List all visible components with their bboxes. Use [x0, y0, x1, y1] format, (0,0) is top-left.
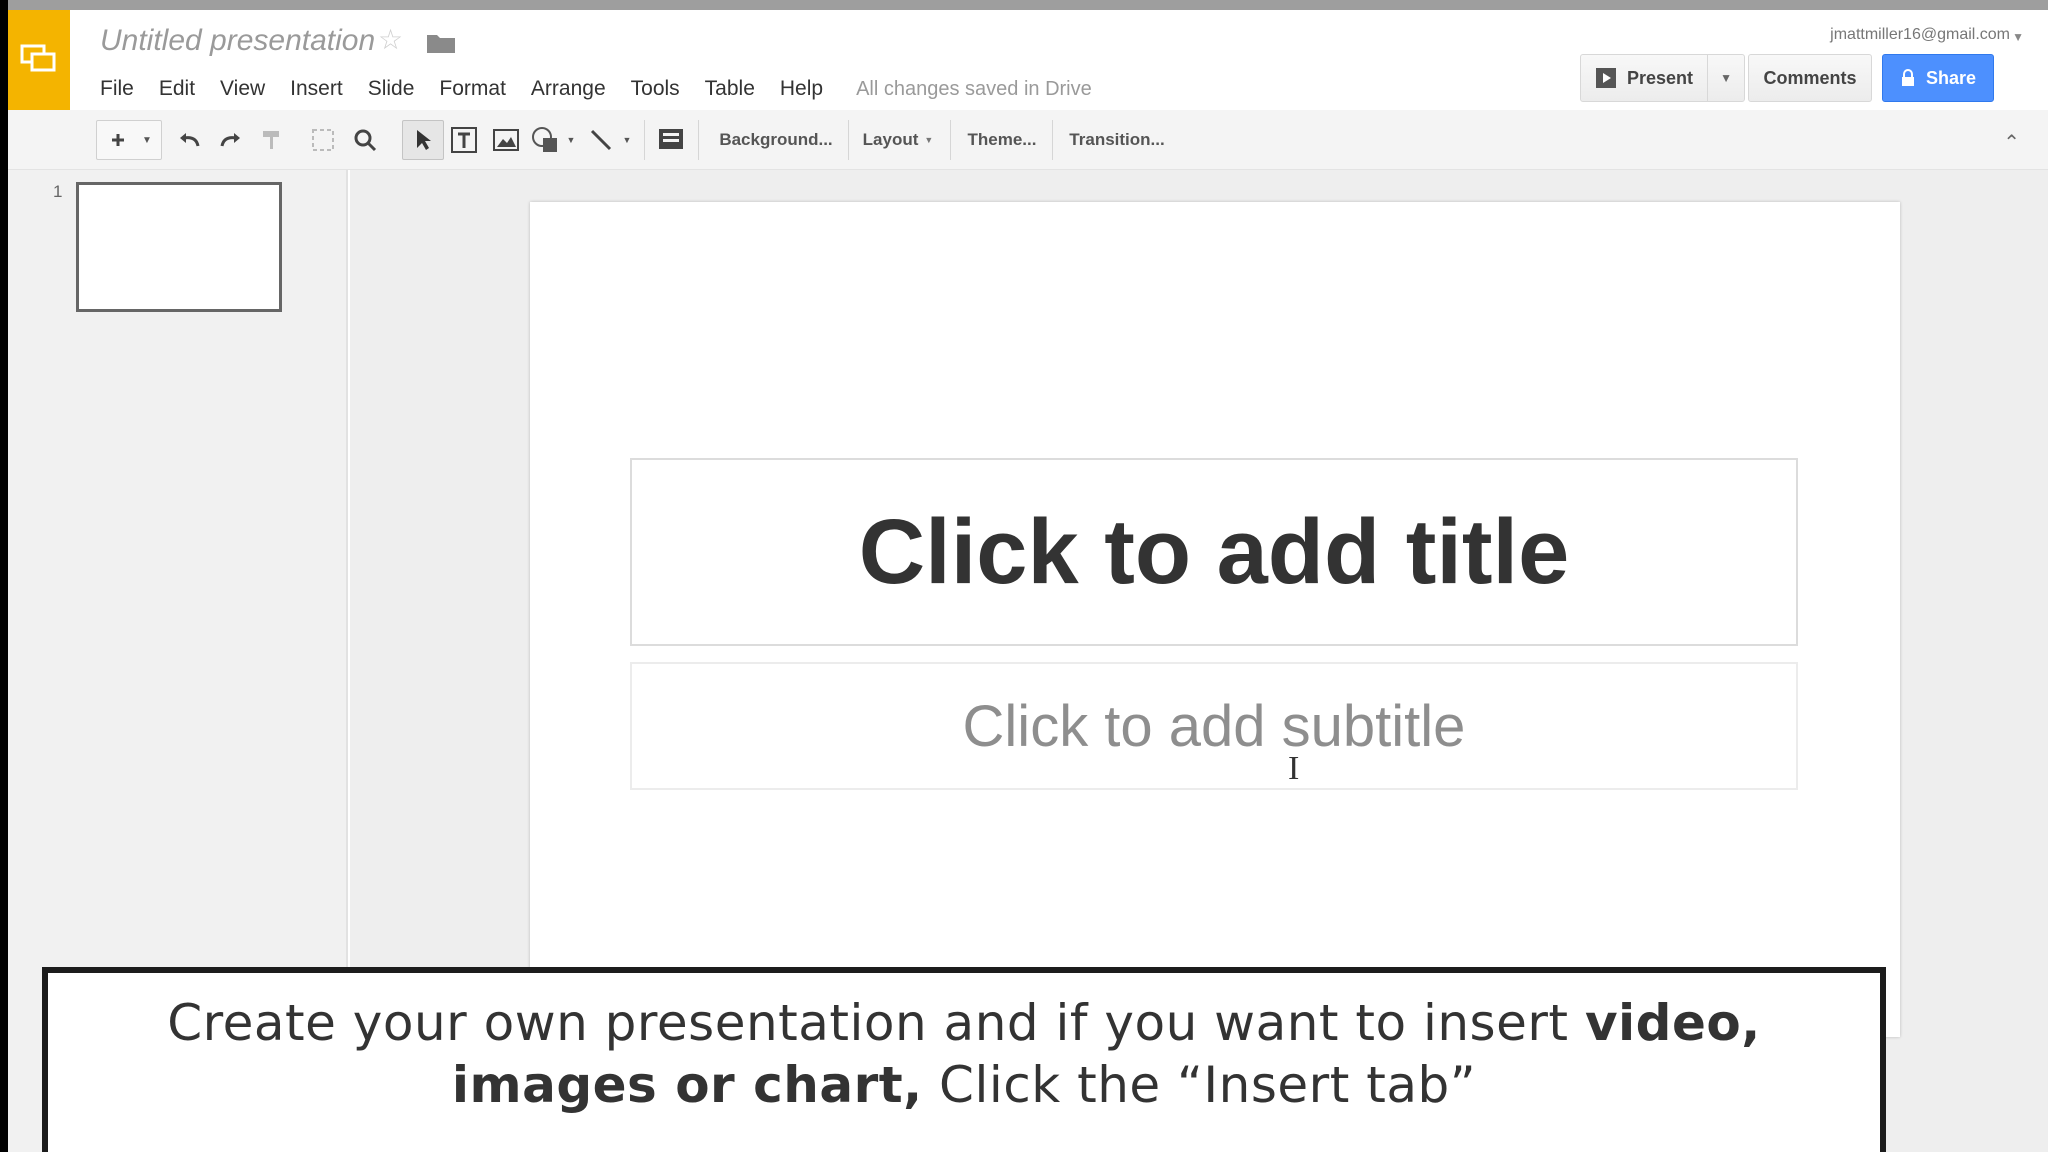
shape-icon[interactable]: [528, 122, 564, 158]
layout-label: Layout: [862, 130, 919, 149]
slide-number: 1: [53, 182, 63, 201]
toolbar-divider: [698, 120, 699, 160]
header: Untitled presentation ☆ File Edit View I…: [8, 10, 2048, 110]
line-dropdown-icon[interactable]: ▼: [620, 122, 634, 158]
slides-logo-icon: [20, 44, 56, 72]
star-icon[interactable]: ☆: [378, 26, 406, 54]
subtitle-placeholder-box[interactable]: Click to add subtitle: [630, 662, 1798, 790]
present-label: Present: [1627, 67, 1694, 88]
slide-thumbnail[interactable]: [76, 182, 282, 312]
background-label: Background...: [719, 130, 833, 149]
paint-format-icon[interactable]: [256, 122, 286, 158]
toolbar-divider: [1052, 120, 1053, 160]
new-slide-dropdown-icon[interactable]: ▼: [136, 122, 158, 158]
title-placeholder: Click to add title: [858, 500, 1570, 603]
title-placeholder-box[interactable]: Click to add title: [630, 458, 1798, 646]
app-window: Untitled presentation ☆ File Edit View I…: [8, 0, 2048, 1152]
shape-dropdown-icon[interactable]: ▼: [564, 122, 578, 158]
comment-icon[interactable]: [654, 122, 688, 158]
menu-insert[interactable]: Insert: [290, 77, 343, 101]
line-icon[interactable]: [584, 122, 618, 158]
menu-table[interactable]: Table: [705, 77, 755, 101]
menu-format[interactable]: Format: [439, 77, 506, 101]
toolbar-divider: [950, 120, 951, 160]
menu-bar: File Edit View Insert Slide Format Arran…: [100, 74, 1092, 104]
caption-part-2: Click the “Insert tab”: [922, 1056, 1477, 1114]
image-icon[interactable]: [488, 122, 524, 158]
toolbar-divider: [644, 120, 645, 160]
slide-canvas[interactable]: Click to add title Click to add subtitle…: [530, 202, 1900, 1037]
account-email[interactable]: jmattmiller16@gmail.com: [1830, 26, 2010, 44]
account-dropdown-icon[interactable]: ▼: [2012, 30, 2024, 44]
transition-button[interactable]: Transition...: [1060, 122, 1174, 158]
theme-button[interactable]: Theme...: [958, 122, 1046, 158]
lock-icon: [1901, 69, 1914, 86]
menu-slide[interactable]: Slide: [368, 77, 415, 101]
toolbar-divider: [848, 120, 849, 160]
save-status[interactable]: All changes saved in Drive: [856, 78, 1092, 101]
undo-icon[interactable]: [174, 122, 206, 158]
menu-arrange[interactable]: Arrange: [531, 77, 606, 101]
tutorial-caption: Create your own presentation and if you …: [42, 967, 1886, 1152]
present-button[interactable]: Present: [1581, 55, 1709, 101]
zoom-icon[interactable]: [348, 122, 382, 158]
document-title[interactable]: Untitled presentation: [100, 24, 375, 58]
share-button[interactable]: Share: [1882, 54, 1994, 102]
select-icon[interactable]: [406, 122, 440, 158]
layout-dropdown-icon: ▼: [924, 135, 934, 145]
menu-tools[interactable]: Tools: [631, 77, 680, 101]
subtitle-placeholder: Click to add subtitle: [962, 693, 1466, 759]
menu-view[interactable]: View: [220, 77, 265, 101]
new-slide-icon[interactable]: [104, 122, 132, 158]
present-dropdown-icon[interactable]: ▼: [1708, 55, 1744, 101]
zoom-fit-icon[interactable]: [306, 122, 340, 158]
play-icon: [1596, 68, 1616, 88]
theme-label: Theme...: [967, 130, 1037, 149]
comments-button[interactable]: Comments: [1748, 54, 1872, 102]
transition-label: Transition...: [1069, 130, 1165, 149]
caption-part-1: Create your own presentation and if you …: [167, 994, 1585, 1052]
present-button-group: Present ▼: [1580, 54, 1746, 102]
collapse-toolbar-icon[interactable]: ⌃: [2003, 130, 2020, 155]
layout-button[interactable]: Layout ▼: [856, 122, 940, 158]
share-label: Share: [1925, 67, 1977, 88]
menu-help[interactable]: Help: [780, 77, 823, 101]
text-cursor-icon: I: [1288, 750, 1300, 787]
menu-file[interactable]: File: [100, 77, 134, 101]
caption-text: Create your own presentation and if you …: [68, 992, 1860, 1116]
toolbar: ▼ ▼ ▼ Background... Layout ▼ Theme... Tr…: [8, 110, 2048, 170]
folder-icon[interactable]: [426, 32, 456, 54]
browser-top-strip: [8, 0, 2048, 10]
slides-logo[interactable]: [8, 10, 70, 110]
menu-edit[interactable]: Edit: [159, 77, 195, 101]
text-box-icon[interactable]: [446, 122, 482, 158]
redo-icon[interactable]: [214, 122, 246, 158]
background-button[interactable]: Background...: [708, 122, 844, 158]
